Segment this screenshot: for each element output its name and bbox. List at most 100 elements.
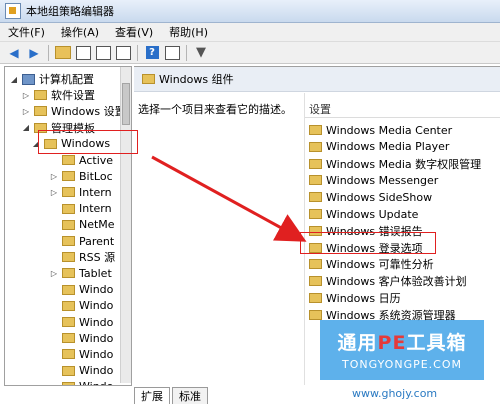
- setting-item-label: Windows Media Player: [326, 140, 450, 154]
- folder-icon: [62, 317, 75, 327]
- tree-item[interactable]: ▷ BitLoc: [49, 168, 113, 184]
- expand-toggle-icon[interactable]: ▷: [21, 107, 31, 116]
- setting-item[interactable]: Windows 日历: [309, 290, 401, 306]
- tab-extended[interactable]: 扩展: [134, 387, 170, 404]
- folder-icon: [62, 171, 75, 182]
- tree-item[interactable]: Intern: [49, 201, 112, 217]
- tree-item[interactable]: RSS 源: [49, 249, 115, 265]
- tree-item[interactable]: Windo: [49, 330, 113, 346]
- tree-item[interactable]: Windo: [49, 298, 113, 314]
- title-bar: 本地组策略编辑器: [0, 0, 500, 23]
- tree-item[interactable]: Active: [49, 152, 113, 168]
- folder-icon: [62, 365, 75, 376]
- expand-toggle-icon[interactable]: ▷: [49, 269, 59, 278]
- setting-item[interactable]: Windows Media 数字权限管理: [309, 156, 481, 172]
- setting-item-label: Windows 客户体验改善计划: [326, 275, 467, 289]
- highlight-box-setting: [300, 232, 436, 254]
- settings-column-header[interactable]: 设置: [309, 101, 331, 117]
- tree-item[interactable]: Windo: [49, 363, 113, 379]
- folder-icon: [62, 284, 75, 295]
- up-folder-icon[interactable]: [55, 45, 71, 61]
- tab-standard[interactable]: 标准: [172, 387, 208, 404]
- menu-item[interactable]: 帮助(H): [161, 24, 216, 40]
- folder-icon: [62, 333, 75, 344]
- properties-icon[interactable]: [164, 45, 180, 61]
- tree-item[interactable]: ▷ Tablet: [49, 265, 112, 281]
- tree-item-label: Windo: [79, 364, 114, 378]
- details-header-title: Windows 组件: [159, 73, 234, 86]
- tree-item[interactable]: Windo: [49, 346, 113, 362]
- setting-item-label: Windows 日历: [326, 292, 401, 305]
- menu-item[interactable]: 文件(F): [0, 24, 53, 40]
- forward-icon[interactable]: ▶: [26, 45, 42, 61]
- toolbar: ◀ ▶ ? ▼: [0, 42, 500, 64]
- setting-item[interactable]: Windows Media Center: [309, 122, 452, 138]
- tree-item[interactable]: ▷ 软件设置: [21, 87, 95, 103]
- watermark-logo: 通用PE工具箱 TONGYONGPE.COM: [320, 320, 484, 380]
- navigation-tree[interactable]: Windo Windo Windo Windo Windo Windo Windo ▷ Tabl…: [4, 66, 132, 386]
- tree-item-label: NetMe: [79, 218, 115, 232]
- tree-item[interactable]: Windo: [49, 314, 113, 330]
- setting-item-label: Windows Media 数字权限管理: [326, 157, 482, 171]
- details-header: Windows 组件: [134, 67, 500, 92]
- tree-item[interactable]: Windo: [49, 282, 113, 298]
- computer-icon: [22, 73, 35, 85]
- setting-item-label: Windows 可靠性分析: [326, 258, 434, 272]
- tree-item-label: Intern: [79, 185, 112, 199]
- show-tree-icon[interactable]: [75, 45, 91, 61]
- app-icon: [5, 3, 21, 19]
- export-list-icon[interactable]: [115, 45, 131, 61]
- tree-scrollbar[interactable]: [120, 67, 131, 383]
- setting-item[interactable]: Windows Messenger: [309, 172, 438, 188]
- folder-icon: [309, 158, 322, 169]
- tree-item[interactable]: Windo: [49, 379, 113, 385]
- folder-icon: [309, 276, 322, 287]
- menu-bar: 文件(F) 操作(A) 查看(V) 帮助(H): [0, 23, 500, 42]
- folder-icon: [62, 203, 75, 214]
- tree-item-label: Windo: [79, 331, 114, 345]
- tree-item[interactable]: ◢ 计算机配置: [9, 71, 94, 87]
- folder-icon: [62, 349, 75, 360]
- expand-toggle-icon[interactable]: ▷: [49, 188, 59, 197]
- tree-item-label: 软件设置: [51, 89, 95, 103]
- expand-toggle-icon[interactable]: ▷: [49, 172, 59, 181]
- list-view-icon[interactable]: [95, 45, 111, 61]
- folder-icon: [309, 259, 322, 270]
- expand-toggle-icon[interactable]: ◢: [9, 75, 19, 84]
- menu-item[interactable]: 操作(A): [53, 24, 107, 40]
- setting-item-label: Windows SideShow: [326, 190, 433, 204]
- setting-item[interactable]: Windows Update: [309, 206, 418, 222]
- back-icon[interactable]: ◀: [6, 45, 22, 61]
- folder-icon: [142, 74, 155, 84]
- tree-item[interactable]: NetMe: [49, 217, 115, 233]
- column-divider: [305, 117, 500, 118]
- filter-icon[interactable]: ▼: [193, 45, 209, 61]
- setting-item-label: Windows Messenger: [326, 173, 439, 187]
- setting-item[interactable]: Windows SideShow: [309, 189, 432, 205]
- expand-toggle-icon[interactable]: ▷: [21, 91, 31, 100]
- folder-icon: [309, 293, 322, 303]
- tree-scrollbar-thumb[interactable]: [122, 83, 130, 125]
- tree-item-label: Windo: [79, 315, 114, 329]
- expand-toggle-icon[interactable]: ◢: [21, 123, 31, 132]
- tree-item-label: Parent: [79, 234, 115, 248]
- highlight-box-tree: [38, 130, 138, 154]
- folder-icon: [309, 125, 322, 135]
- help-icon[interactable]: ?: [144, 45, 160, 61]
- setting-item[interactable]: Windows 可靠性分析: [309, 256, 434, 272]
- setting-item[interactable]: Windows Media Player: [309, 139, 449, 155]
- folder-icon: [62, 155, 75, 165]
- folder-icon: [309, 141, 322, 152]
- setting-item[interactable]: Windows 客户体验改善计划: [309, 273, 467, 289]
- toolbar-separator: [48, 44, 49, 61]
- folder-icon: [309, 209, 322, 219]
- tree-item[interactable]: ▷ Windows 设置: [21, 103, 126, 119]
- tree-item[interactable]: ▷ Intern: [49, 184, 112, 200]
- setting-item-label: Windows Media Center: [326, 123, 453, 137]
- folder-icon: [62, 252, 75, 263]
- folder-icon: [62, 236, 75, 246]
- tree-item[interactable]: Parent: [49, 233, 114, 249]
- folder-icon: [309, 175, 322, 186]
- menu-item[interactable]: 查看(V): [107, 24, 161, 40]
- window-title: 本地组策略编辑器: [26, 5, 114, 18]
